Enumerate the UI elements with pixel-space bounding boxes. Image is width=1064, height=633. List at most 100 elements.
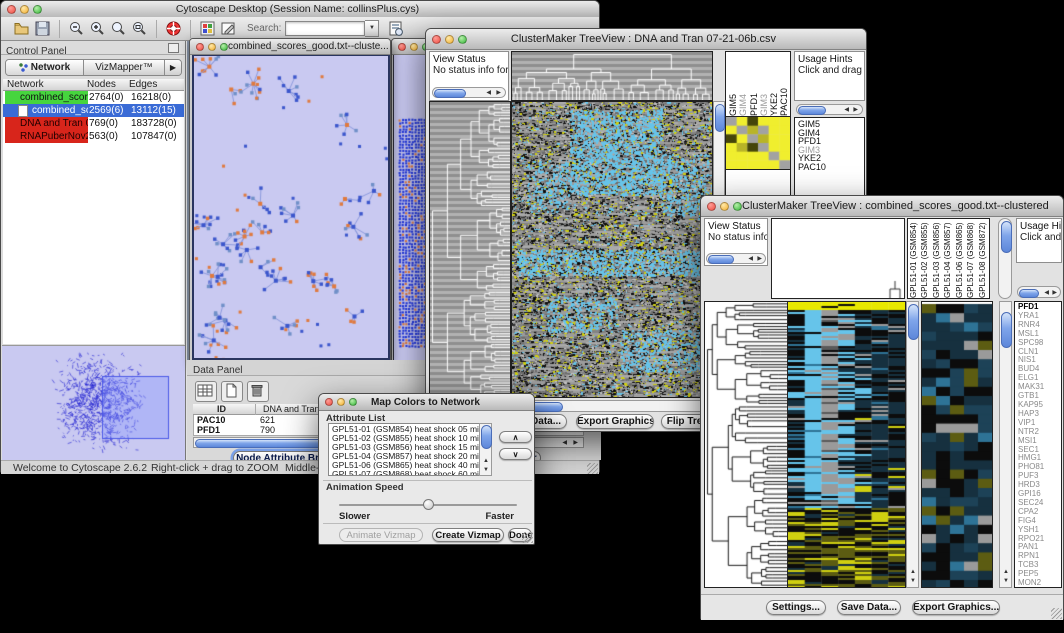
minimize-icon[interactable] bbox=[720, 202, 729, 211]
close-icon[interactable] bbox=[398, 43, 406, 51]
resize-grip[interactable] bbox=[522, 532, 533, 543]
animate-vizmap-button[interactable]: Animate Vizmap bbox=[339, 528, 423, 542]
delete-attribute-trash-icon[interactable] bbox=[247, 381, 269, 402]
tv2-column-label[interactable]: GPL51-08 (GSM872) bbox=[978, 219, 989, 298]
scroll-right-icon[interactable]: ▶ bbox=[1052, 290, 1057, 296]
tv2-column-label[interactable]: GPL51-03 (GSM856) bbox=[932, 219, 943, 298]
minimize-icon[interactable] bbox=[208, 43, 216, 51]
main-titlebar[interactable]: Cytoscape Desktop (Session Name: collins… bbox=[1, 1, 599, 18]
tv2-column-label[interactable]: GPL51-01 (GSM854) bbox=[909, 219, 920, 298]
tv2-heatmap-vscrollbar[interactable]: ▲ ▼ bbox=[906, 301, 919, 588]
tv2-hints-hscrollbar[interactable]: ◀ ▶ bbox=[1017, 286, 1061, 298]
birds-eye-view[interactable] bbox=[2, 345, 185, 460]
minimize-icon[interactable] bbox=[337, 398, 345, 406]
dialog-titlebar[interactable]: Map Colors to Network bbox=[319, 394, 534, 411]
scrollbar-thumb[interactable] bbox=[798, 106, 826, 115]
scrollbar-thumb[interactable] bbox=[481, 425, 492, 449]
network-row[interactable]: combined_scores 2764(0) 16218(0) bbox=[3, 91, 184, 104]
tv1-status-hscrollbar[interactable]: ◀ ▶ bbox=[432, 87, 506, 98]
search-dropdown-button[interactable]: ▼ bbox=[365, 20, 379, 37]
scroll-down-icon[interactable]: ▼ bbox=[910, 578, 916, 584]
tv2-column-dendrogram[interactable] bbox=[771, 218, 905, 299]
move-up-button[interactable]: ∧ bbox=[499, 431, 532, 443]
tv1-column-label[interactable]: GIM4 bbox=[738, 52, 748, 116]
tv1-bottom-hscrollbar[interactable] bbox=[511, 400, 713, 412]
network1-canvas[interactable] bbox=[192, 54, 390, 360]
tv1-hints-hscrollbar[interactable]: ◀ ▶ bbox=[796, 104, 863, 115]
tv2-column-label[interactable]: GPL51-07 (GSM868) bbox=[966, 219, 977, 298]
tv1-column-label[interactable]: PAC10 bbox=[779, 52, 789, 116]
tab-network[interactable]: Network bbox=[6, 60, 84, 75]
zoom-window-icon[interactable] bbox=[220, 43, 228, 51]
zoom-in-icon[interactable] bbox=[89, 20, 106, 37]
scroll-left-icon[interactable]: ◀ bbox=[486, 90, 491, 96]
float-panel-icon[interactable] bbox=[168, 43, 179, 53]
scroll-right-icon[interactable]: ▶ bbox=[496, 90, 501, 96]
create-vizmap-button[interactable]: Create Vizmap bbox=[432, 528, 504, 542]
close-icon[interactable] bbox=[7, 5, 16, 14]
scrollbar-thumb[interactable] bbox=[1019, 289, 1039, 298]
minimize-icon[interactable] bbox=[445, 35, 454, 44]
scroll-right-icon[interactable]: ▶ bbox=[573, 440, 578, 446]
scrollbar-thumb[interactable] bbox=[708, 255, 734, 264]
zoom-window-icon[interactable] bbox=[349, 398, 357, 406]
tv1-row-dendrogram[interactable] bbox=[429, 101, 511, 398]
scroll-up-icon[interactable]: ▲ bbox=[483, 458, 489, 464]
vizmapper-icon[interactable] bbox=[199, 20, 216, 37]
close-icon[interactable] bbox=[707, 202, 716, 211]
scroll-left-icon[interactable]: ◀ bbox=[1044, 290, 1049, 296]
network-row[interactable]: RNAPuberNov2+ 563(0) 107847(0) bbox=[3, 130, 184, 143]
save-data-button[interactable]: Save Data... bbox=[837, 600, 901, 615]
attribute-option[interactable]: GPL51-07 (GSM868) heat shock 60 min bbox=[332, 470, 491, 476]
scrollbar-thumb[interactable] bbox=[1001, 312, 1012, 348]
scroll-down-icon[interactable]: ▼ bbox=[1003, 578, 1009, 584]
resize-grip[interactable] bbox=[1051, 608, 1062, 619]
open-file-icon[interactable] bbox=[13, 20, 30, 37]
zoom-selected-icon[interactable] bbox=[110, 20, 127, 37]
tv1-column-label[interactable]: GIM5 bbox=[728, 52, 738, 116]
show-table-icon[interactable] bbox=[195, 381, 217, 402]
treeview2-titlebar[interactable]: ClusterMaker TreeView : combined_scores_… bbox=[701, 196, 1063, 217]
zoom-out-icon[interactable] bbox=[68, 20, 85, 37]
zoom-window-icon[interactable] bbox=[733, 202, 742, 211]
save-icon[interactable] bbox=[34, 20, 51, 37]
scroll-down-icon[interactable]: ▼ bbox=[483, 467, 489, 473]
scroll-right-icon[interactable]: ▶ bbox=[757, 256, 762, 262]
move-down-button[interactable]: ∨ bbox=[499, 448, 532, 460]
tv2-zoom-heatmap[interactable] bbox=[921, 301, 993, 588]
resize-grip[interactable] bbox=[587, 463, 598, 474]
scrollbar-thumb[interactable] bbox=[715, 104, 725, 132]
tv2-column-label[interactable]: GPL51-04 (GSM857) bbox=[943, 219, 954, 298]
scroll-up-icon[interactable]: ▲ bbox=[1003, 569, 1009, 575]
tv1-column-label[interactable]: GIM3 bbox=[759, 52, 769, 116]
network-row[interactable]: DNA and Tran 07 769(0) 183728(0) bbox=[3, 117, 184, 130]
minimize-icon[interactable] bbox=[410, 43, 418, 51]
scrollbar-thumb[interactable] bbox=[434, 89, 466, 98]
tv2-column-label[interactable]: GPL51-06 (GSM865) bbox=[955, 219, 966, 298]
search-input[interactable] bbox=[285, 21, 365, 36]
tv2-zoom-vscrollbar[interactable]: ▲ ▼ bbox=[999, 301, 1012, 588]
settings-button[interactable]: Settings... bbox=[766, 600, 826, 615]
zoom-fit-icon[interactable] bbox=[131, 20, 148, 37]
tv2-column-label[interactable]: GPL51-02 (GSM855) bbox=[920, 219, 931, 298]
slider-thumb[interactable] bbox=[423, 499, 434, 510]
tv1-row-label[interactable]: PAC10 bbox=[798, 163, 864, 172]
new-attribute-icon[interactable] bbox=[221, 381, 243, 402]
tab-vizmapper[interactable]: VizMapper™ bbox=[84, 60, 165, 75]
attribute-list-vscrollbar[interactable]: ▲ ▼ bbox=[479, 423, 492, 476]
scroll-left-icon[interactable]: ◀ bbox=[844, 107, 849, 113]
tv2-row-dendrogram[interactable] bbox=[704, 301, 788, 588]
import-network-icon[interactable] bbox=[387, 20, 404, 37]
scroll-left-icon[interactable]: ◀ bbox=[748, 256, 753, 262]
tv2-heatmap[interactable] bbox=[787, 301, 906, 588]
tab-overflow-arrow[interactable]: ▶ bbox=[165, 60, 181, 75]
export-graphics-button[interactable]: Export Graphics... bbox=[576, 414, 654, 429]
tv2-gene-label[interactable]: MON2 bbox=[1018, 579, 1061, 588]
zoom-window-icon[interactable] bbox=[33, 5, 42, 14]
treeview1-titlebar[interactable]: ClusterMaker TreeView : DNA and Tran 07-… bbox=[426, 29, 866, 50]
minimize-icon[interactable] bbox=[20, 5, 29, 14]
network-row[interactable]: combined_sco 2569(6) 13112(15) bbox=[3, 104, 184, 117]
tv1-column-label[interactable]: YKE2 bbox=[769, 52, 779, 116]
export-graphics-button[interactable]: Export Graphics... bbox=[912, 600, 1000, 615]
help-lifering-icon[interactable] bbox=[165, 20, 182, 37]
